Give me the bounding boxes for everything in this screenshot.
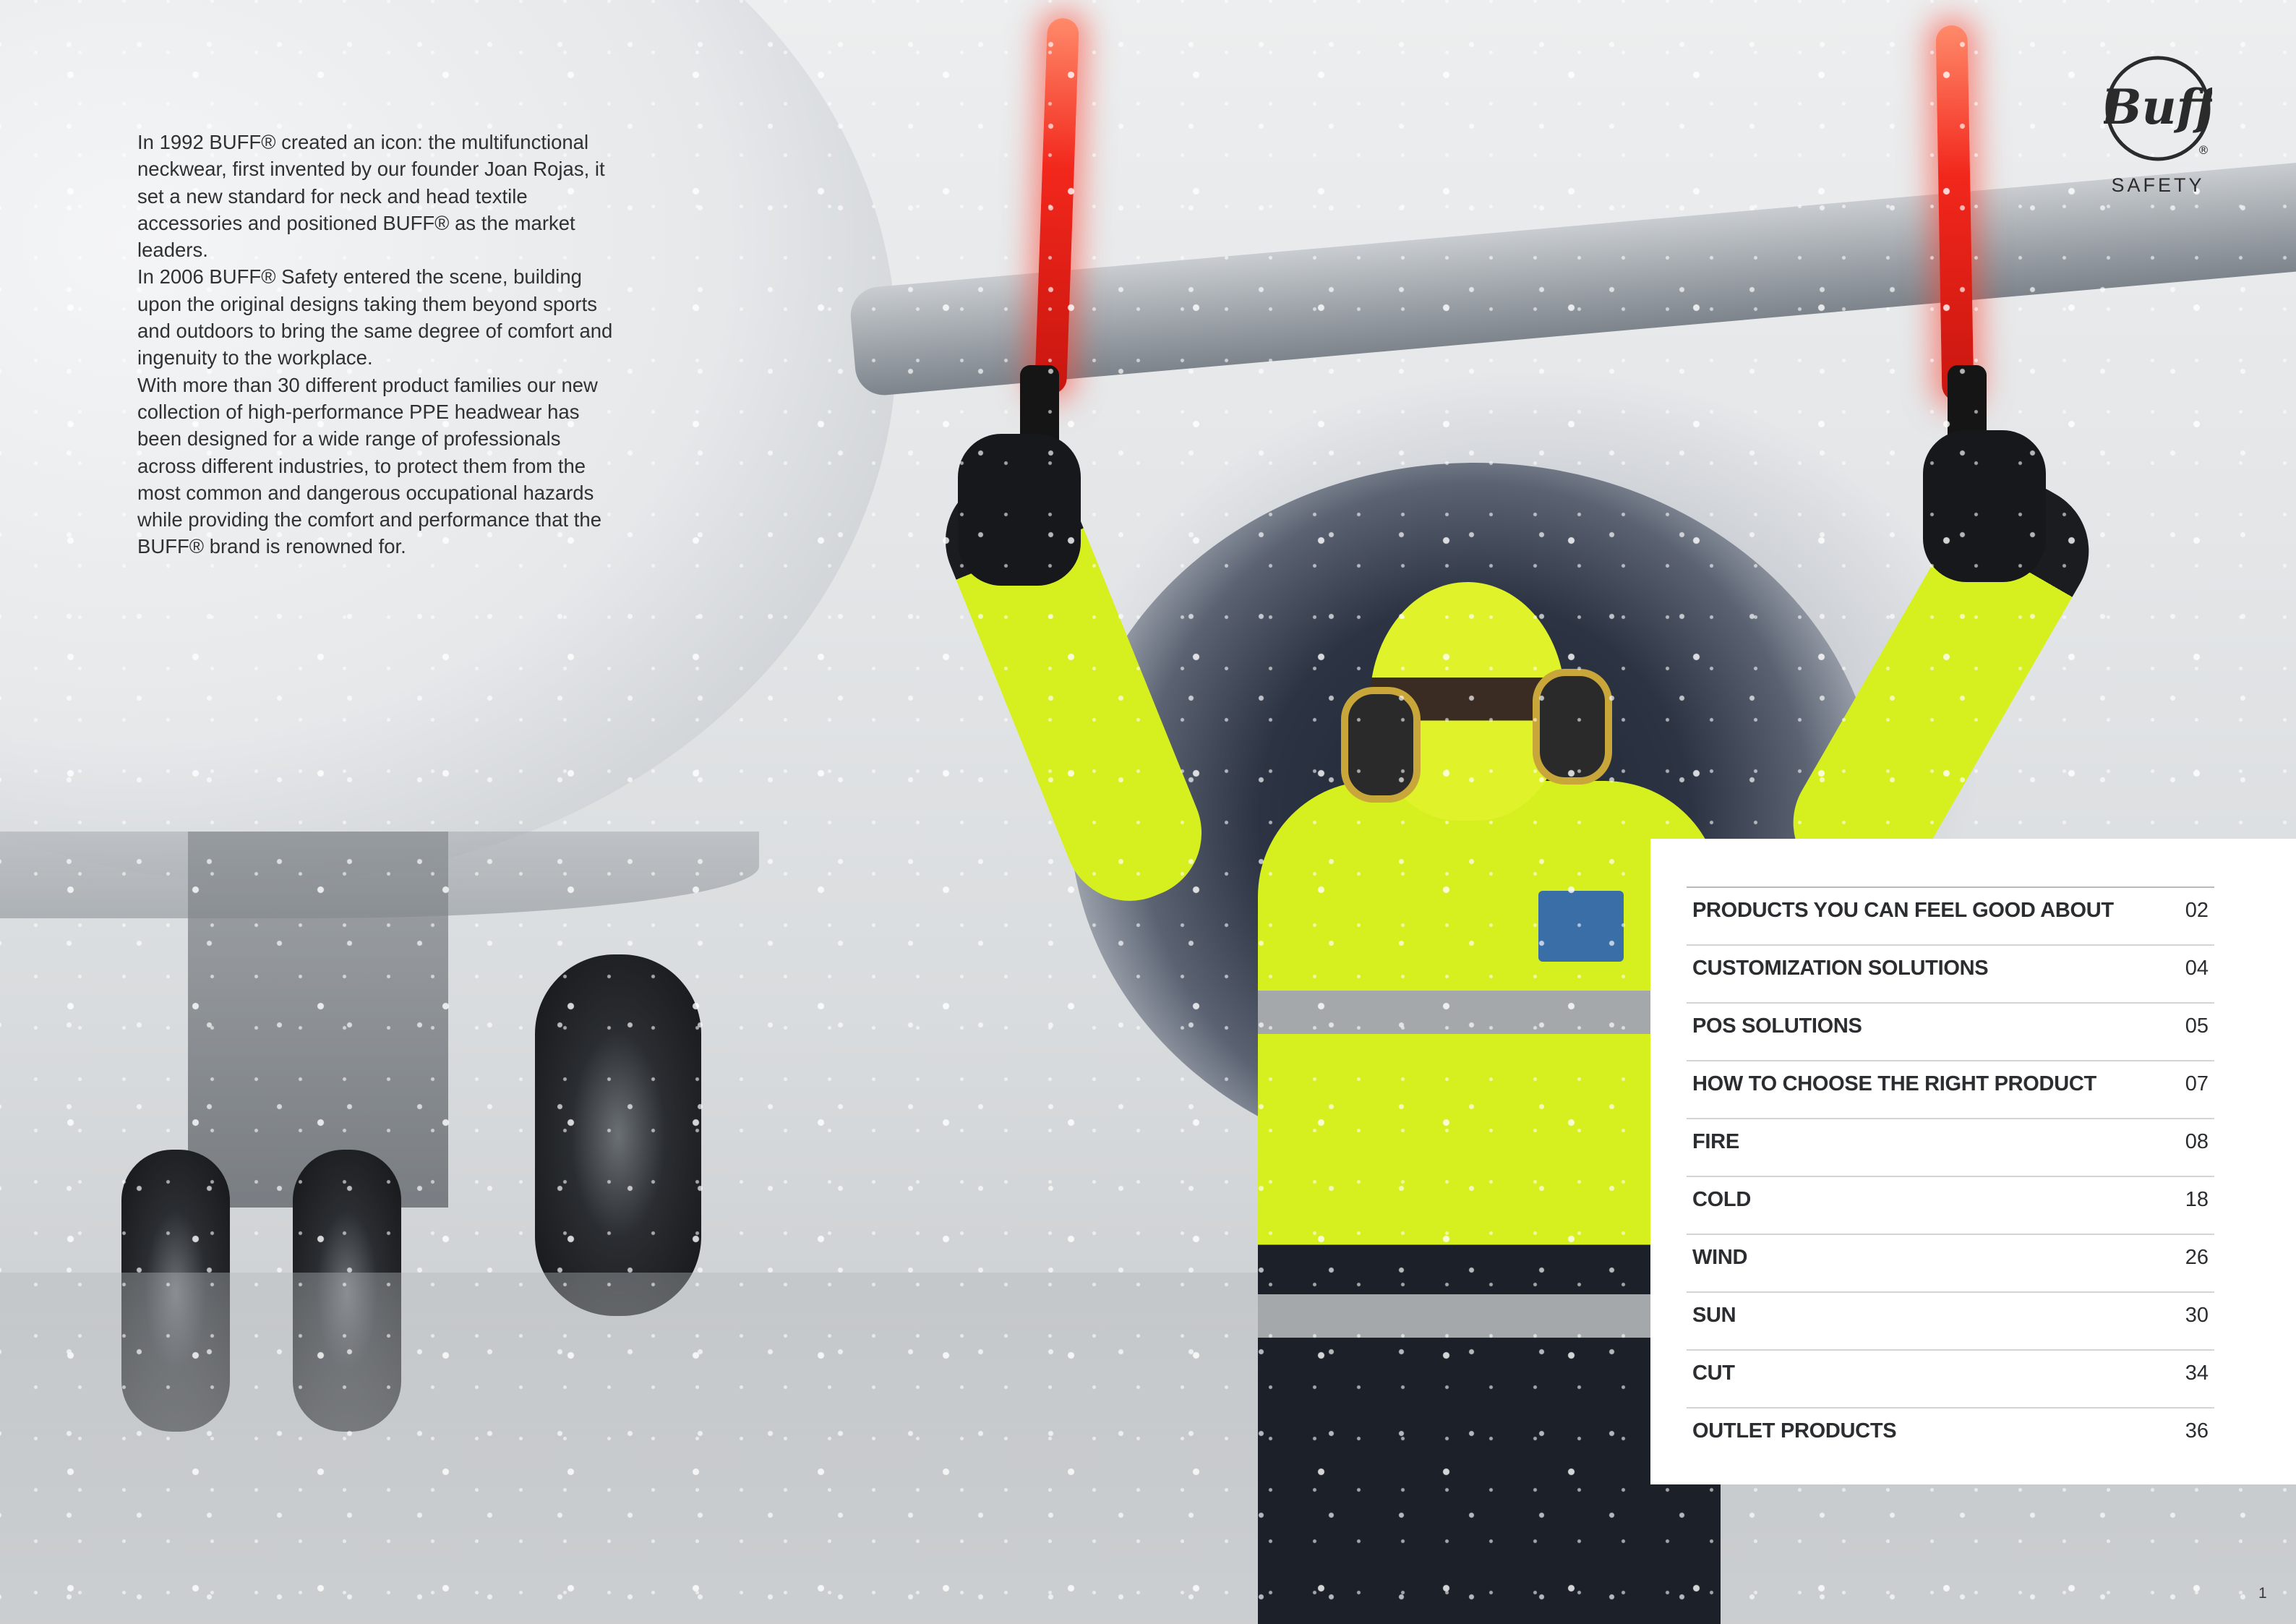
toc-item[interactable]: PRODUCTS YOU CAN FEEL GOOD ABOUT 02	[1687, 886, 2214, 944]
toc-item[interactable]: COLD 18	[1687, 1176, 2214, 1234]
table-of-contents: PRODUCTS YOU CAN FEEL GOOD ABOUT 02 CUST…	[1650, 839, 2296, 1484]
toc-item-label: CUT	[1692, 1362, 1735, 1385]
toc-item-label: SUN	[1692, 1304, 1736, 1327]
page-number: 1	[2258, 1585, 2267, 1602]
toc-item-label: COLD	[1692, 1188, 1751, 1211]
toc-item-page: 02	[2185, 899, 2209, 922]
toc-item-page: 08	[2185, 1130, 2209, 1153]
toc-item[interactable]: FIRE 08	[1687, 1118, 2214, 1176]
buff-logo-icon: Buff ®	[2104, 56, 2212, 161]
toc-item-page: 30	[2185, 1304, 2209, 1327]
toc-item-label: PRODUCTS YOU CAN FEEL GOOD ABOUT	[1692, 899, 2114, 922]
toc-item[interactable]: POS SOLUTIONS 05	[1687, 1002, 2214, 1060]
toc-list: PRODUCTS YOU CAN FEEL GOOD ABOUT 02 CUST…	[1687, 886, 2214, 1465]
toc-item-label: HOW TO CHOOSE THE RIGHT PRODUCT	[1692, 1072, 2096, 1095]
toc-item[interactable]: CUSTOMIZATION SOLUTIONS 04	[1687, 944, 2214, 1002]
toc-item-page: 07	[2185, 1072, 2209, 1095]
logo-registered-mark: ®	[2198, 143, 2209, 157]
toc-item-page: 36	[2185, 1419, 2209, 1443]
buff-safety-logo: Buff ® SAFETY	[2100, 54, 2216, 199]
toc-item-page: 04	[2185, 957, 2209, 980]
toc-item-label: FIRE	[1692, 1130, 1739, 1153]
intro-paragraph: In 1992 BUFF® created an icon: the multi…	[137, 131, 605, 262]
logo-subline: SAFETY	[2111, 174, 2205, 196]
toc-item-label: OUTLET PRODUCTS	[1692, 1419, 1897, 1443]
toc-item[interactable]: WIND 26	[1687, 1234, 2214, 1291]
toc-item-label: CUSTOMIZATION SOLUTIONS	[1692, 957, 1989, 980]
toc-item[interactable]: CUT 34	[1687, 1349, 2214, 1407]
intro-paragraph: In 2006 BUFF® Safety entered the scene, …	[137, 265, 613, 369]
toc-item[interactable]: SUN 30	[1687, 1291, 2214, 1349]
toc-item-label: WIND	[1692, 1246, 1748, 1269]
toc-item-page: 18	[2185, 1188, 2209, 1211]
toc-item-page: 34	[2185, 1362, 2209, 1385]
toc-item[interactable]: HOW TO CHOOSE THE RIGHT PRODUCT 07	[1687, 1060, 2214, 1118]
toc-item-page: 05	[2185, 1014, 2209, 1038]
toc-item-label: POS SOLUTIONS	[1692, 1014, 1862, 1038]
intro-paragraph: With more than 30 different product fami…	[137, 373, 602, 558]
toc-item-page: 26	[2185, 1246, 2209, 1269]
intro-text: In 1992 BUFF® created an icon: the multi…	[137, 129, 614, 560]
logo-brand-text: Buff	[2104, 79, 2212, 135]
toc-item[interactable]: OUTLET PRODUCTS 36	[1687, 1407, 2214, 1465]
